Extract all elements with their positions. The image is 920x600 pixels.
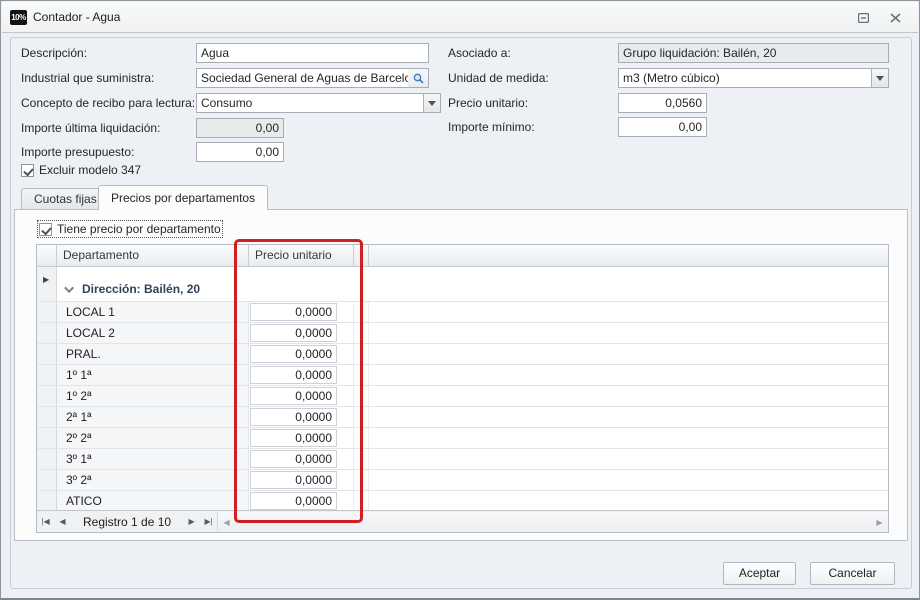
- price-cell[interactable]: 0,0000: [250, 366, 337, 384]
- label-importe-ultima: Importe última liquidación:: [21, 121, 160, 135]
- window-title: Contador - Agua: [33, 10, 120, 24]
- price-cell[interactable]: 0,0000: [250, 408, 337, 426]
- restore-icon: [858, 13, 869, 23]
- grid-footer: |◀ ◀ Registro 1 de 10 ▶ ▶| ◀ ▶: [37, 510, 888, 532]
- table-row[interactable]: 1º 2ª 0,0000: [37, 386, 888, 407]
- price-cell[interactable]: 0,0000: [250, 324, 337, 342]
- focused-row-icon: ▶: [43, 275, 49, 284]
- price-cell[interactable]: 0,0000: [250, 387, 337, 405]
- title-bar: 10% Contador - Agua: [2, 2, 918, 33]
- table-row[interactable]: 3º 2ª 0,0000: [37, 470, 888, 491]
- department-cell[interactable]: LOCAL 1: [57, 302, 249, 322]
- group-caption: Dirección: Bailén, 20: [82, 282, 200, 296]
- column-header-filler: [369, 245, 888, 266]
- importe-minimo-input[interactable]: 0,00: [618, 117, 707, 137]
- label-precio-unitario: Precio unitario:: [448, 96, 528, 110]
- previous-record-icon[interactable]: ◀: [54, 511, 71, 532]
- precio-unitario-input[interactable]: 0,0560: [618, 93, 707, 113]
- label-unidad: Unidad de medida:: [448, 71, 549, 85]
- tab-cuotas-fijas[interactable]: Cuotas fijas: [21, 188, 110, 209]
- cancel-button[interactable]: Cancelar: [810, 562, 895, 585]
- last-record-icon[interactable]: ▶|: [200, 511, 217, 532]
- search-icon[interactable]: [408, 69, 428, 87]
- next-record-icon[interactable]: ▶: [183, 511, 200, 532]
- accept-button[interactable]: Aceptar: [723, 562, 796, 585]
- label-descripcion: Descripción:: [21, 46, 87, 60]
- asociado-field: Grupo liquidación: Bailén, 20: [618, 43, 889, 63]
- excluir-347-label: Excluir modelo 347: [39, 163, 141, 177]
- table-row[interactable]: 1º 1ª 0,0000: [37, 365, 888, 386]
- department-cell[interactable]: 1º 2ª: [57, 386, 249, 406]
- tab-precios-departamentos[interactable]: Precios por departamentos: [98, 185, 268, 210]
- department-cell[interactable]: ATICO: [57, 491, 249, 511]
- label-asociado: Asociado a:: [448, 46, 511, 60]
- chevron-down-icon[interactable]: [423, 94, 440, 112]
- close-button[interactable]: [884, 9, 906, 26]
- tiene-precio-label: Tiene precio por departamento: [57, 222, 221, 236]
- price-cell[interactable]: 0,0000: [250, 303, 337, 321]
- department-cell[interactable]: 2ª 1ª: [57, 407, 249, 427]
- descripcion-input[interactable]: Agua: [196, 43, 429, 63]
- price-cell[interactable]: 0,0000: [250, 492, 337, 510]
- collapse-chevron-icon[interactable]: [64, 283, 74, 293]
- grid-header: Departamento Precio unitario: [37, 245, 888, 267]
- app-icon: 10%: [10, 10, 27, 25]
- table-row[interactable]: LOCAL 2 0,0000: [37, 323, 888, 344]
- label-importe-presupuesto: Importe presupuesto:: [21, 145, 134, 159]
- unidad-combo[interactable]: m3 (Metro cúbico): [618, 68, 889, 88]
- department-cell[interactable]: 1º 1ª: [57, 365, 249, 385]
- table-row[interactable]: PRAL. 0,0000: [37, 344, 888, 365]
- industrial-lookup-input[interactable]: Sociedad General de Aguas de Barcelona, …: [196, 68, 429, 88]
- department-cell[interactable]: LOCAL 2: [57, 323, 249, 343]
- scroll-left-icon[interactable]: ◀: [218, 518, 235, 527]
- department-cell[interactable]: 3º 1ª: [57, 449, 249, 469]
- dialog-window: 10% Contador - Agua Descripción: Agua In…: [0, 0, 920, 600]
- department-cell[interactable]: 3º 2ª: [57, 470, 249, 490]
- excluir-347-checkbox[interactable]: Excluir modelo 347: [21, 163, 141, 177]
- departments-grid: Departamento Precio unitario ▶ Dirección…: [36, 244, 889, 533]
- restore-button[interactable]: [852, 9, 874, 26]
- table-row[interactable]: 2ª 1ª 0,0000: [37, 407, 888, 428]
- scroll-right-icon[interactable]: ▶: [871, 518, 888, 527]
- price-cell[interactable]: 0,0000: [250, 429, 337, 447]
- importe-presupuesto-input[interactable]: 0,00: [196, 142, 284, 162]
- checkbox-checked-icon[interactable]: [39, 223, 52, 236]
- table-row[interactable]: 3º 1ª 0,0000: [37, 449, 888, 470]
- table-row[interactable]: ATICO 0,0000: [37, 491, 888, 512]
- column-header-departamento[interactable]: Departamento: [57, 245, 249, 266]
- importe-ultima-field: 0,00: [196, 118, 284, 138]
- price-cell[interactable]: 0,0000: [250, 345, 337, 363]
- label-industrial: Industrial que suministra:: [21, 71, 154, 85]
- concepto-combo[interactable]: Consumo: [196, 93, 441, 113]
- group-row[interactable]: ▶ Dirección: Bailén, 20: [37, 267, 888, 302]
- checkbox-checked-icon[interactable]: [21, 164, 34, 177]
- scrollbar-track[interactable]: [235, 512, 871, 532]
- column-header-precio-unitario[interactable]: Precio unitario: [249, 245, 354, 266]
- first-record-icon[interactable]: |◀: [37, 511, 54, 532]
- horizontal-scrollbar[interactable]: ◀ ▶: [217, 512, 888, 532]
- label-importe-minimo: Importe mínimo:: [448, 120, 535, 134]
- table-row[interactable]: LOCAL 1 0,0000: [37, 302, 888, 323]
- table-row[interactable]: 2º 2ª 0,0000: [37, 428, 888, 449]
- row-indicator-cell: ▶: [37, 267, 57, 301]
- department-cell[interactable]: PRAL.: [57, 344, 249, 364]
- chevron-down-icon[interactable]: [871, 69, 888, 87]
- label-concepto: Concepto de recibo para lectura:: [21, 96, 195, 110]
- column-header-empty: [354, 245, 369, 266]
- department-cell[interactable]: 2º 2ª: [57, 428, 249, 448]
- row-indicator-header: [37, 245, 57, 266]
- price-cell[interactable]: 0,0000: [250, 471, 337, 489]
- tiene-precio-checkbox[interactable]: Tiene precio por departamento: [39, 222, 221, 236]
- close-icon: [890, 13, 901, 23]
- price-cell[interactable]: 0,0000: [250, 450, 337, 468]
- record-count-label: Registro 1 de 10: [71, 515, 183, 529]
